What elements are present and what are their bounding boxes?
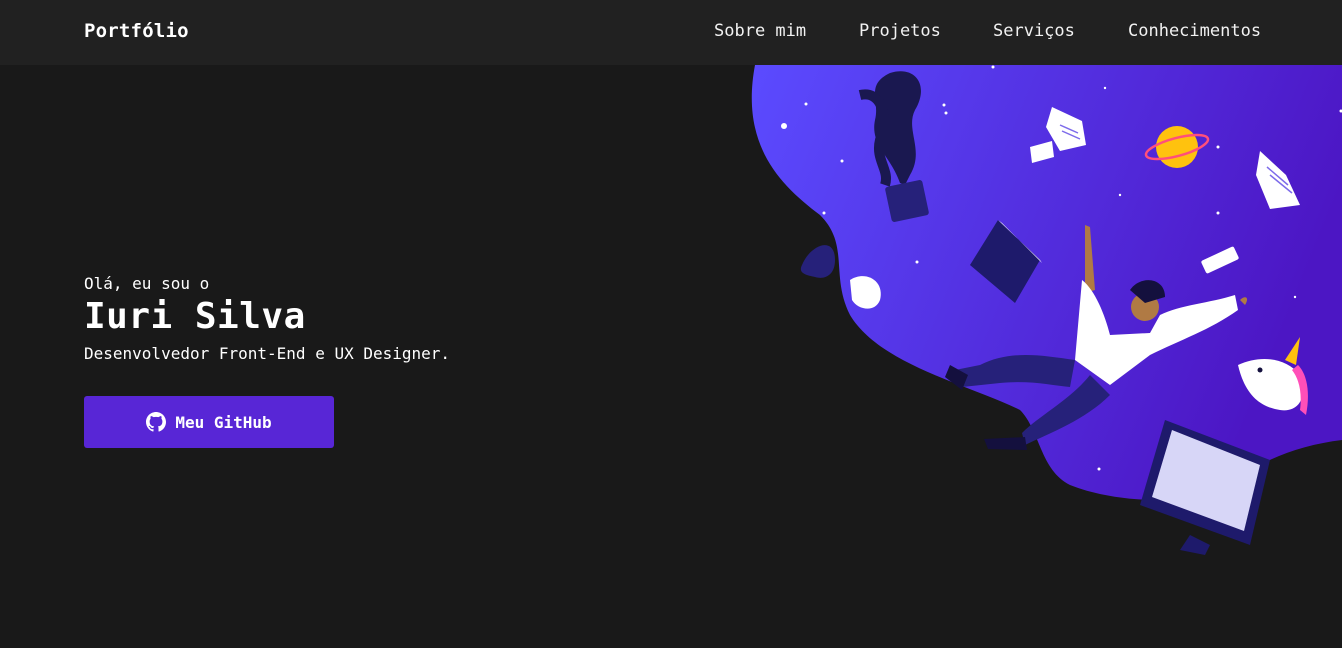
hero-name: Iuri Silva	[84, 296, 306, 337]
nav-link-sobre-mim[interactable]: Sobre mim	[714, 21, 806, 41]
nav-link-servicos[interactable]: Serviços	[993, 21, 1075, 41]
github-button[interactable]: Meu GitHub	[84, 396, 334, 448]
hero-greeting: Olá, eu sou o	[84, 274, 210, 293]
hero-role: Desenvolvedor Front-End e UX Designer.	[84, 344, 451, 363]
hero-illustration	[740, 65, 1342, 565]
brand-logo[interactable]: Portfólio	[84, 20, 189, 42]
nav-link-conhecimentos[interactable]: Conhecimentos	[1128, 21, 1261, 41]
github-button-label: Meu GitHub	[175, 412, 272, 432]
navbar: Portfólio Sobre mim Projetos Serviços Co…	[0, 0, 1342, 65]
nav-link-projetos[interactable]: Projetos	[859, 21, 941, 41]
github-icon	[146, 412, 167, 432]
